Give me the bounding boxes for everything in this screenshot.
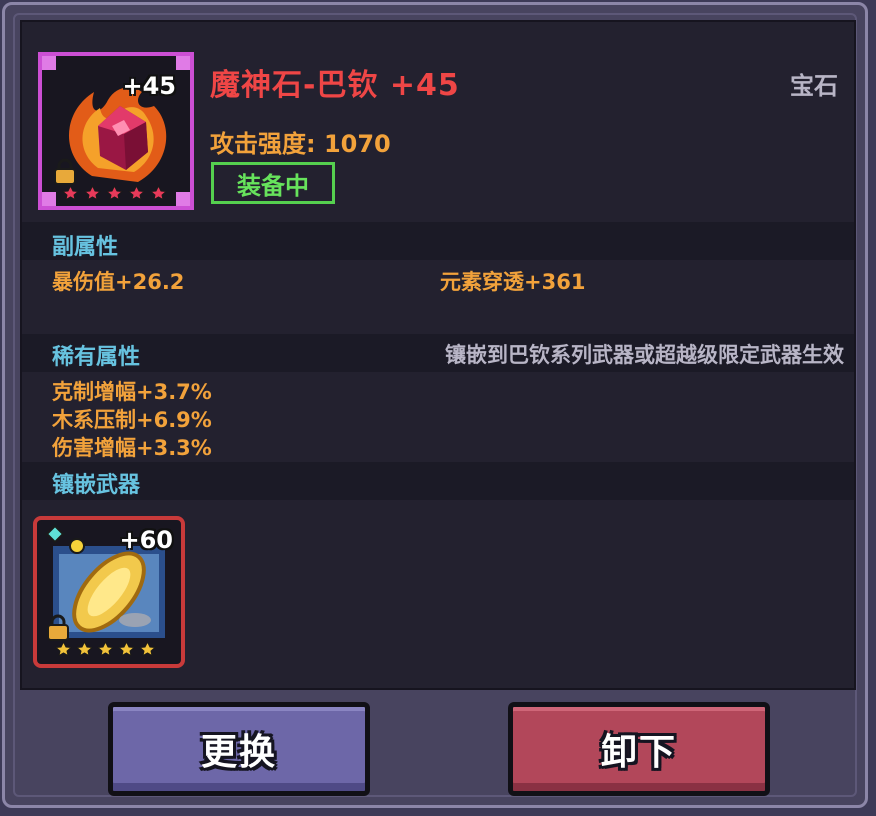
star-icon — [97, 641, 114, 656]
item-name: 魔神石-巴钦 +45 — [210, 68, 460, 103]
enhance-level-badge: +45 — [122, 72, 176, 100]
star-rating — [62, 185, 167, 200]
inlay-header-band — [22, 462, 854, 500]
lock-icon[interactable] — [52, 158, 78, 186]
rare-attributes-note: 镶嵌到巴钦系列武器或超越级限定武器生效 — [445, 343, 844, 367]
secondary-stat: 元素穿透+361 — [440, 270, 586, 294]
star-icon — [76, 641, 93, 656]
star-icon — [106, 185, 123, 200]
rare-attributes-title: 稀有属性 — [52, 345, 141, 370]
rare-stat: 伤害增幅+3.3% — [52, 436, 212, 460]
secondary-stat: 暴伤值+26.2 — [52, 270, 185, 294]
replace-button[interactable]: 更换 — [108, 702, 370, 796]
star-icon — [150, 185, 167, 200]
equipped-badge: 装备中 — [211, 162, 335, 204]
star-icon — [128, 185, 145, 200]
gem-item-slot[interactable]: +45 — [38, 52, 194, 210]
secondary-attributes-title: 副属性 — [52, 235, 119, 260]
attack-stat: 攻击强度: 1070 — [210, 130, 391, 158]
inlay-weapon-title: 镶嵌武器 — [52, 473, 141, 498]
rare-stat: 木系压制+6.9% — [52, 408, 212, 432]
star-rating — [55, 641, 156, 656]
star-icon — [84, 185, 101, 200]
secondary-header-band — [22, 222, 854, 260]
star-icon — [139, 641, 156, 656]
inlaid-weapon-slot[interactable]: +60 — [33, 516, 185, 668]
star-icon — [55, 641, 72, 656]
unequip-button[interactable]: 卸下 — [508, 702, 770, 796]
star-icon — [62, 185, 79, 200]
weapon-enhance-badge: +60 — [119, 526, 173, 554]
item-type: 宝石 — [790, 72, 838, 100]
rare-stat: 克制增幅+3.7% — [52, 380, 212, 404]
star-icon — [118, 641, 135, 656]
lock-icon[interactable] — [45, 614, 71, 642]
